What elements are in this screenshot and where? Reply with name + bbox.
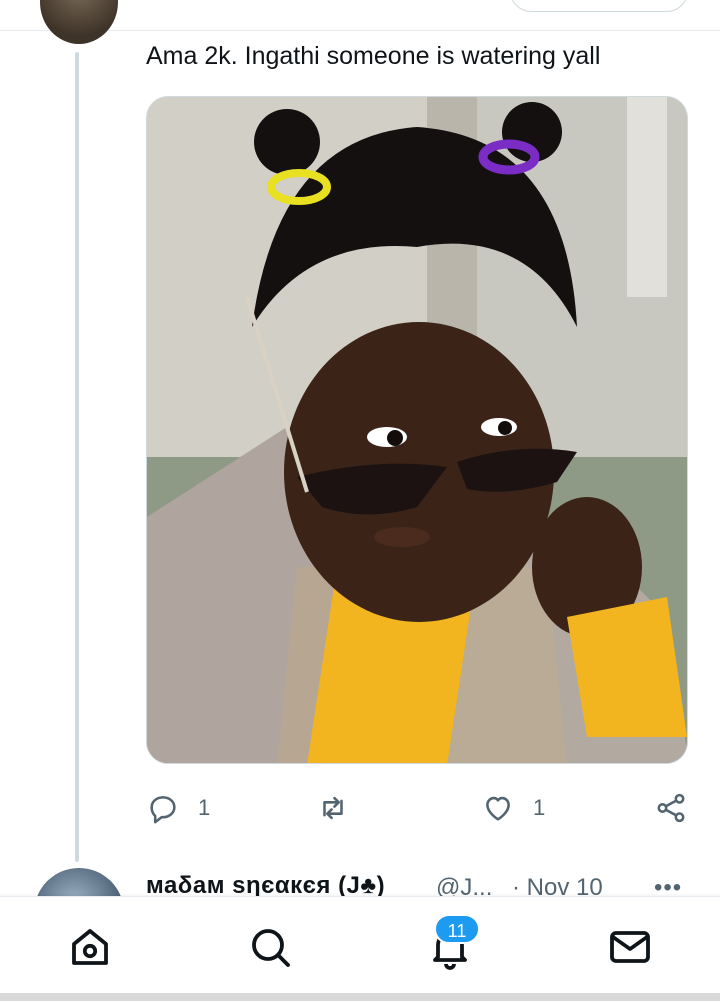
like-button[interactable]: 1 (481, 786, 545, 830)
nav-search[interactable] (246, 923, 294, 971)
thread-connector-line (75, 52, 79, 862)
mail-icon (610, 931, 650, 963)
bottom-navigation (0, 896, 720, 1002)
avatar[interactable] (40, 0, 118, 44)
system-bar-edge (0, 993, 720, 1001)
share-icon (657, 793, 685, 823)
share-button[interactable] (654, 786, 688, 830)
top-divider (0, 30, 720, 31)
like-count: 1 (533, 795, 546, 820)
notification-badge: 11 (434, 914, 480, 944)
reply-count: 1 (198, 795, 211, 820)
like-icon (486, 796, 510, 821)
reply-button[interactable]: 1 (146, 786, 210, 830)
next-tweet-header[interactable]: маδам ѕηєαкєя (J♣) @J... · Nov 10 ••• (0, 860, 720, 958)
follow-button[interactable] (510, 0, 688, 12)
tweet-actions: 1 1 (146, 786, 688, 830)
home-icon (72, 929, 108, 965)
nav-messages[interactable] (606, 923, 654, 971)
tweet-text: Ama 2k. Ingathi someone is watering yall (146, 42, 601, 70)
tweet-image[interactable] (146, 96, 688, 764)
retweet-button[interactable] (316, 786, 350, 830)
search-icon (252, 929, 290, 967)
retweet-icon (323, 796, 343, 820)
reply-icon (150, 796, 176, 824)
nav-home[interactable] (66, 923, 114, 971)
